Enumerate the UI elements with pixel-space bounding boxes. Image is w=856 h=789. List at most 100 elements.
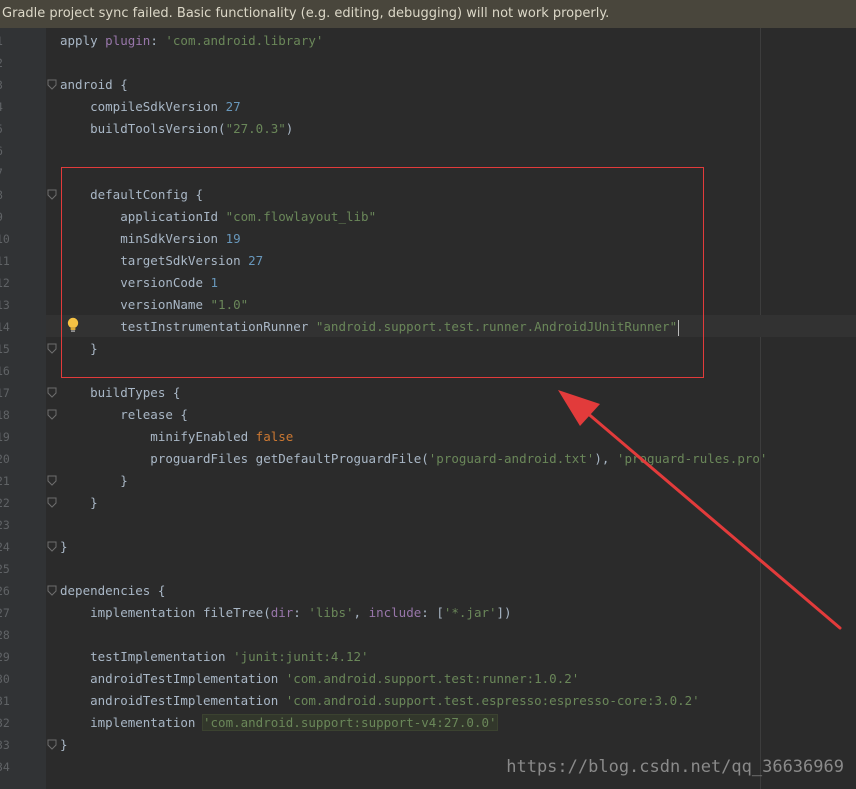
code-token: 'junit:junit:4.12' bbox=[233, 649, 369, 664]
code-line[interactable]: 17 buildTypes { bbox=[0, 382, 856, 404]
code-line[interactable]: 23 bbox=[0, 514, 856, 536]
code-token: ]) bbox=[496, 605, 512, 620]
sync-failed-banner: Gradle project sync failed. Basic functi… bbox=[0, 0, 856, 28]
code-line[interactable]: 5 buildToolsVersion("27.0.3") bbox=[0, 118, 856, 140]
line-number: 30 bbox=[0, 672, 10, 686]
line-number: 17 bbox=[0, 386, 10, 400]
code-token: } bbox=[60, 495, 98, 510]
line-number: 12 bbox=[0, 276, 10, 290]
line-number: 10 bbox=[0, 232, 10, 246]
fold-marker-icon[interactable] bbox=[47, 189, 57, 200]
code-token: : bbox=[293, 605, 309, 620]
code-line[interactable]: 3 android { bbox=[0, 74, 856, 96]
code-token: 'proguard-android.txt' bbox=[428, 451, 595, 466]
line-number: 23 bbox=[0, 518, 10, 532]
code-token: implementation fileTree( bbox=[60, 605, 271, 620]
code-token: 'com.android.support.test.espresso:espre… bbox=[285, 693, 700, 708]
line-number: 11 bbox=[0, 254, 10, 268]
code-line[interactable]: 24} bbox=[0, 536, 856, 558]
code-text: implementation 'com.android.support:supp… bbox=[60, 712, 498, 734]
code-token: dependencies { bbox=[60, 583, 166, 598]
code-line[interactable]: 2 bbox=[0, 52, 856, 74]
code-token: implementation bbox=[60, 715, 203, 730]
code-text: dependencies { bbox=[60, 580, 165, 602]
fold-marker-icon[interactable] bbox=[47, 387, 57, 398]
code-line[interactable]: 30 androidTestImplementation 'com.androi… bbox=[0, 668, 856, 690]
code-text: apply plugin: 'com.android.library' bbox=[60, 30, 323, 52]
fold-marker-icon[interactable] bbox=[47, 475, 57, 486]
fold-marker-icon[interactable] bbox=[47, 497, 57, 508]
line-number: 5 bbox=[0, 118, 40, 140]
code-token: false bbox=[255, 429, 294, 444]
code-text: android { bbox=[60, 74, 128, 96]
line-number: 29 bbox=[0, 650, 10, 664]
code-line[interactable]: 1 apply plugin: 'com.android.library' bbox=[0, 30, 856, 52]
code-token: "27.0.3" bbox=[225, 121, 286, 136]
code-token: androidTestImplementation bbox=[60, 671, 286, 686]
code-token: dir bbox=[270, 605, 294, 620]
code-line[interactable]: 25 bbox=[0, 558, 856, 580]
code-line[interactable]: 4 compileSdkVersion 27 bbox=[0, 96, 856, 118]
code-text: testImplementation 'junit:junit:4.12' bbox=[60, 646, 369, 668]
code-text: buildTypes { bbox=[60, 382, 180, 404]
code-text: } bbox=[60, 536, 68, 558]
code-text: androidTestImplementation 'com.android.s… bbox=[60, 690, 700, 712]
line-number: 3 bbox=[0, 74, 40, 96]
code-text: minifyEnabled false bbox=[60, 426, 293, 448]
code-line[interactable]: 28 bbox=[0, 624, 856, 646]
line-number: 27 bbox=[0, 606, 10, 620]
code-token: proguardFiles getDefaultProguardFile( bbox=[60, 451, 429, 466]
line-number: 21 bbox=[0, 474, 10, 488]
code-text: proguardFiles getDefaultProguardFile('pr… bbox=[60, 448, 767, 470]
code-token: buildTypes { bbox=[60, 385, 181, 400]
code-line[interactable]: 33} bbox=[0, 734, 856, 756]
code-line[interactable]: 29 testImplementation 'junit:junit:4.12' bbox=[0, 646, 856, 668]
code-line[interactable]: 18 release { bbox=[0, 404, 856, 426]
line-number: 33 bbox=[0, 738, 10, 752]
code-token: 'com.android.support.test:runner:1.0.2' bbox=[285, 671, 580, 686]
code-token: compileSdkVersion bbox=[60, 99, 226, 114]
code-token: ), bbox=[594, 451, 617, 466]
code-text: androidTestImplementation 'com.android.s… bbox=[60, 668, 579, 690]
code-text: } bbox=[60, 734, 68, 756]
code-line[interactable]: 19 minifyEnabled false bbox=[0, 426, 856, 448]
code-line[interactable]: 32 implementation 'com.android.support:s… bbox=[0, 712, 856, 734]
code-line[interactable]: 26 dependencies { bbox=[0, 580, 856, 602]
fold-marker-icon[interactable] bbox=[47, 541, 57, 552]
code-token: 27 bbox=[225, 99, 241, 114]
line-number: 6 bbox=[0, 140, 40, 162]
line-number: 34 bbox=[0, 760, 10, 774]
line-number: 31 bbox=[0, 694, 10, 708]
code-line[interactable]: 21 } bbox=[0, 470, 856, 492]
fold-marker-icon[interactable] bbox=[47, 585, 57, 596]
code-token: } bbox=[60, 737, 68, 752]
code-line[interactable]: 20 proguardFiles getDefaultProguardFile(… bbox=[0, 448, 856, 470]
code-line[interactable]: 22 } bbox=[0, 492, 856, 514]
code-text: compileSdkVersion 27 bbox=[60, 96, 241, 118]
code-line[interactable]: 6 bbox=[0, 140, 856, 162]
code-token: release { bbox=[60, 407, 188, 422]
fold-marker-icon[interactable] bbox=[47, 79, 57, 90]
fold-marker-icon[interactable] bbox=[47, 343, 57, 354]
annotation-highlight-box bbox=[61, 167, 704, 378]
line-number: 9 bbox=[0, 206, 40, 228]
line-number: 16 bbox=[0, 364, 10, 378]
line-number: 14 bbox=[0, 320, 10, 334]
code-token: androidTestImplementation bbox=[60, 693, 286, 708]
fold-marker-icon[interactable] bbox=[47, 739, 57, 750]
line-number: 4 bbox=[0, 96, 40, 118]
code-line[interactable]: 31 androidTestImplementation 'com.androi… bbox=[0, 690, 856, 712]
line-number: 15 bbox=[0, 342, 10, 356]
code-text: } bbox=[60, 470, 128, 492]
line-number: 2 bbox=[0, 52, 40, 74]
line-number: 18 bbox=[0, 408, 10, 422]
line-number: 32 bbox=[0, 716, 10, 730]
line-number: 25 bbox=[0, 562, 10, 576]
fold-marker-icon[interactable] bbox=[47, 409, 57, 420]
code-token: '*.jar' bbox=[443, 605, 497, 620]
code-line[interactable]: 27 implementation fileTree(dir: 'libs', … bbox=[0, 602, 856, 624]
code-token: : bbox=[150, 33, 166, 48]
line-number: 13 bbox=[0, 298, 10, 312]
code-token: buildToolsVersion( bbox=[60, 121, 226, 136]
watermark: https://blog.csdn.net/qq_36636969 bbox=[506, 757, 844, 777]
